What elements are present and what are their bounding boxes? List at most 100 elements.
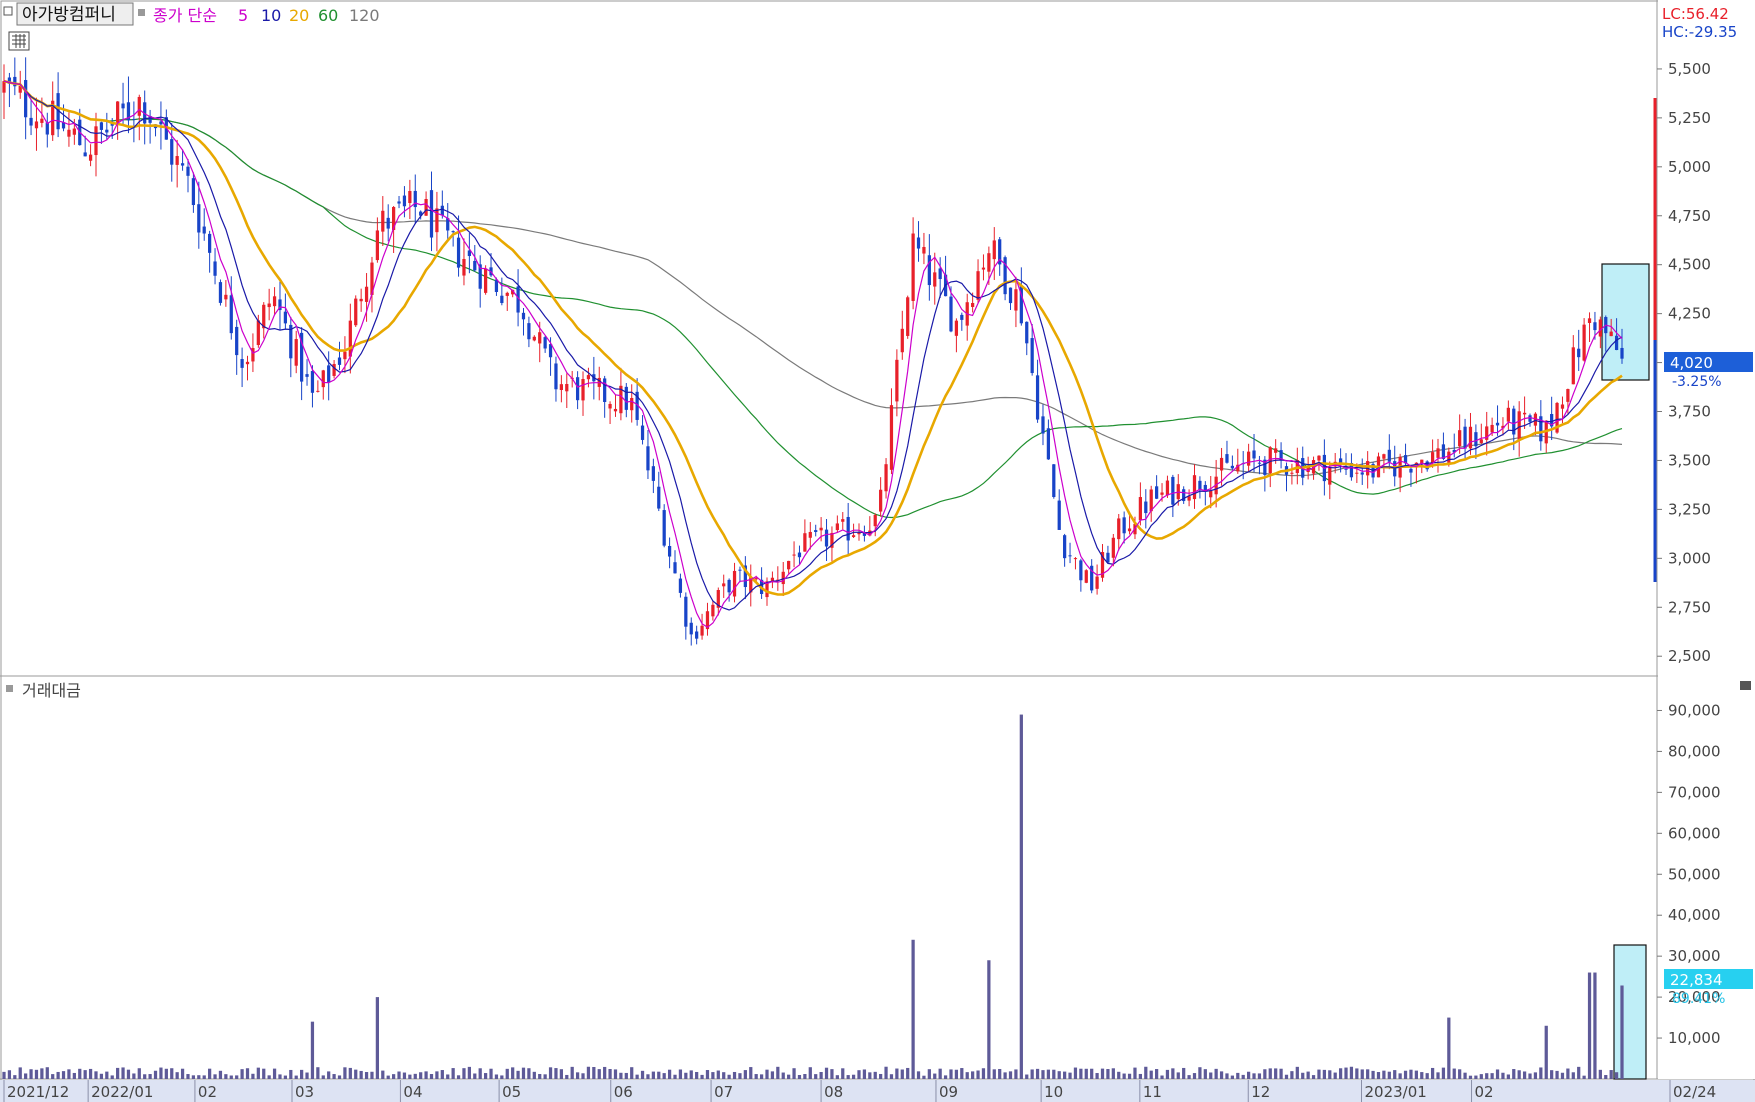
candle-body (1490, 424, 1494, 433)
volume-bar (695, 1071, 699, 1079)
volume-bar (34, 1069, 39, 1079)
candle-body (667, 545, 672, 557)
x-tick-label: 09 (939, 1083, 958, 1101)
candle-body (175, 156, 179, 165)
volume-bar (13, 1075, 17, 1079)
volume-bar (1414, 1070, 1418, 1079)
volume-bar (532, 1071, 536, 1079)
candle-body (500, 295, 504, 304)
volume-bar (873, 1071, 877, 1079)
candle-body (608, 403, 612, 409)
x-tick-label: 05 (502, 1083, 521, 1101)
volume-bar (278, 1074, 282, 1079)
candle-body (803, 533, 807, 552)
volume-bar (1003, 1072, 1007, 1079)
volume-bar (846, 1075, 850, 1079)
candle-body (640, 425, 645, 440)
candle-body (1382, 454, 1386, 459)
volume-bar (256, 1067, 260, 1079)
grid-icon[interactable] (8, 31, 30, 51)
price-highlight-box (1601, 263, 1650, 381)
candle-body (722, 583, 726, 587)
volume-bar (126, 1069, 131, 1079)
volume-bar (857, 1070, 861, 1079)
volume-bar (581, 1073, 585, 1079)
volume-bar (1079, 1068, 1083, 1079)
candle-body (738, 569, 742, 571)
volume-bar (1095, 1073, 1099, 1079)
current-volume-label: 22,834 (1670, 971, 1723, 989)
volume-bar (78, 1068, 82, 1079)
volume-bar (1338, 1068, 1343, 1079)
volume-bar (29, 1069, 33, 1079)
candle-body (857, 532, 861, 535)
volume-bar (327, 1071, 331, 1079)
volume-bar (657, 1071, 661, 1079)
candle-body (1274, 448, 1278, 453)
volume-bar (879, 1073, 883, 1079)
x-tick-label: 10 (1044, 1083, 1063, 1101)
candle-body (792, 554, 796, 556)
candle-body (494, 279, 499, 293)
volume-bar (202, 1075, 206, 1079)
chart-canvas: 2,5002,7503,0003,2503,5003,7504,0004,250… (0, 0, 1755, 1102)
candle-body (1117, 518, 1121, 540)
x-tick-label: 04 (403, 1083, 422, 1101)
volume-bar (862, 1069, 867, 1079)
volume-bar (88, 1068, 93, 1079)
volume-bar (67, 1069, 71, 1079)
x-tick-label: 2022/01 (91, 1083, 153, 1101)
volume-bar (662, 1073, 666, 1079)
candle-body (846, 516, 850, 541)
volume-bar (1458, 1069, 1462, 1079)
volume-bar (1187, 1075, 1191, 1079)
volume-bar (1468, 1075, 1473, 1079)
candle-body (473, 260, 477, 271)
stock-chart: 2,5002,7503,0003,2503,5003,7504,0004,250… (0, 0, 1755, 1102)
panel-collapse-icon[interactable] (1740, 681, 1751, 690)
volume-bar (1052, 1069, 1056, 1079)
x-tick-label: 02 (198, 1083, 217, 1101)
volume-bar (1571, 1072, 1575, 1079)
volume-bar (364, 1072, 369, 1079)
candle-body (1079, 560, 1083, 581)
volume-bar (289, 1069, 293, 1079)
volume-bar (1560, 1072, 1565, 1079)
candle-body (180, 163, 185, 166)
x-tick-label: 11 (1143, 1083, 1162, 1101)
ma-legend-icon (138, 9, 145, 16)
volume-bar (651, 1071, 655, 1079)
price-tick-label: 3,750 (1668, 403, 1711, 421)
candle-body (1252, 450, 1256, 459)
volume-bar (1371, 1070, 1375, 1079)
volume-bar (1041, 1070, 1045, 1079)
volume-bar (868, 1072, 872, 1079)
volume-bar (981, 1068, 986, 1079)
volume-bar (164, 1068, 168, 1079)
candle-body (267, 303, 271, 308)
volume-bar (467, 1066, 471, 1079)
volume-bar (1182, 1067, 1186, 1079)
volume-bar (435, 1071, 439, 1079)
candle-body (462, 258, 466, 276)
candle-body (851, 535, 856, 538)
candle-body (1111, 537, 1115, 558)
volume-bar (170, 1068, 174, 1079)
volume-bar (397, 1071, 401, 1079)
candle-body (1447, 451, 1451, 463)
volume-bar (402, 1072, 407, 1079)
candle-body (256, 320, 260, 346)
volume-bar (1284, 1074, 1289, 1079)
volume-bar (689, 1070, 693, 1079)
legend-box-icon[interactable] (3, 6, 13, 16)
price-tick-label: 2,500 (1668, 647, 1711, 665)
volume-bar (1257, 1073, 1262, 1079)
volume-bar (1063, 1071, 1067, 1079)
volume-bar (505, 1068, 509, 1079)
candle-body (927, 255, 931, 286)
candle-body (327, 365, 331, 382)
volume-bar (1490, 1073, 1494, 1079)
candle-body (294, 339, 298, 366)
candle-body (483, 268, 488, 293)
volume-bar (456, 1075, 461, 1079)
